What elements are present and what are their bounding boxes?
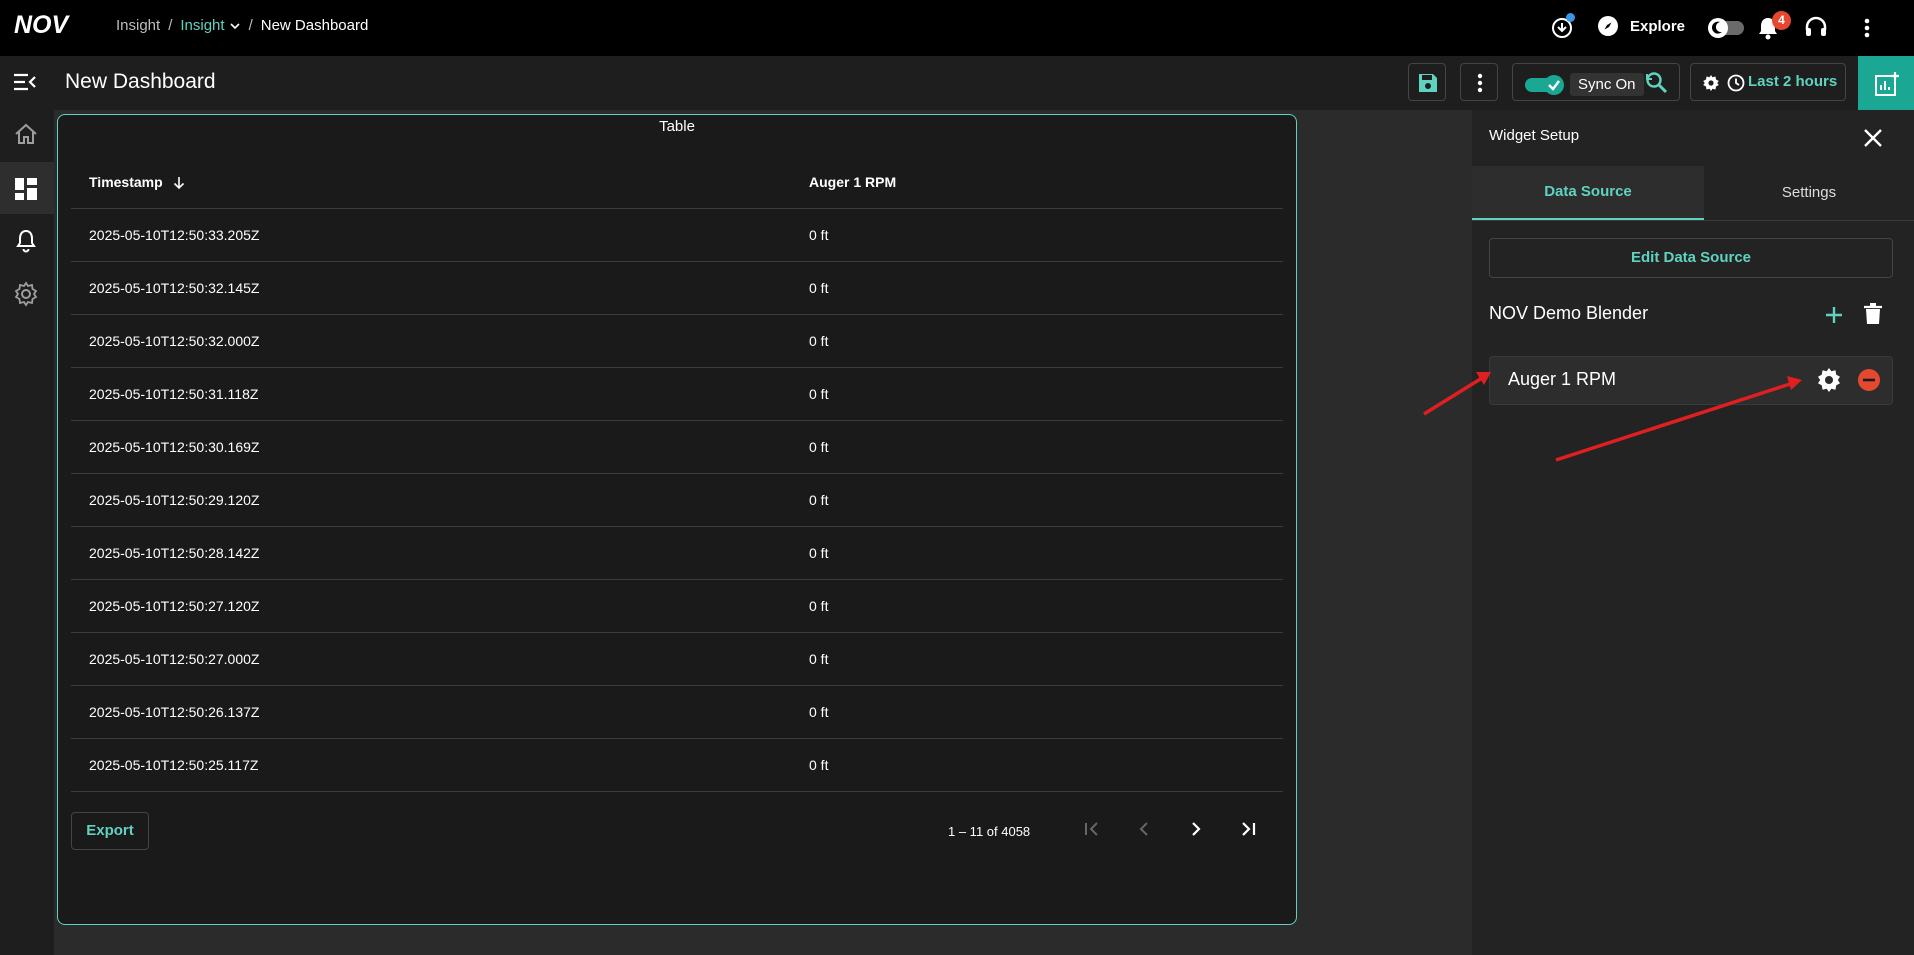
arrow-to-item-actions xyxy=(1555,376,1802,462)
arrow-to-item xyxy=(1423,372,1491,416)
annotation-arrows xyxy=(1423,372,1802,462)
